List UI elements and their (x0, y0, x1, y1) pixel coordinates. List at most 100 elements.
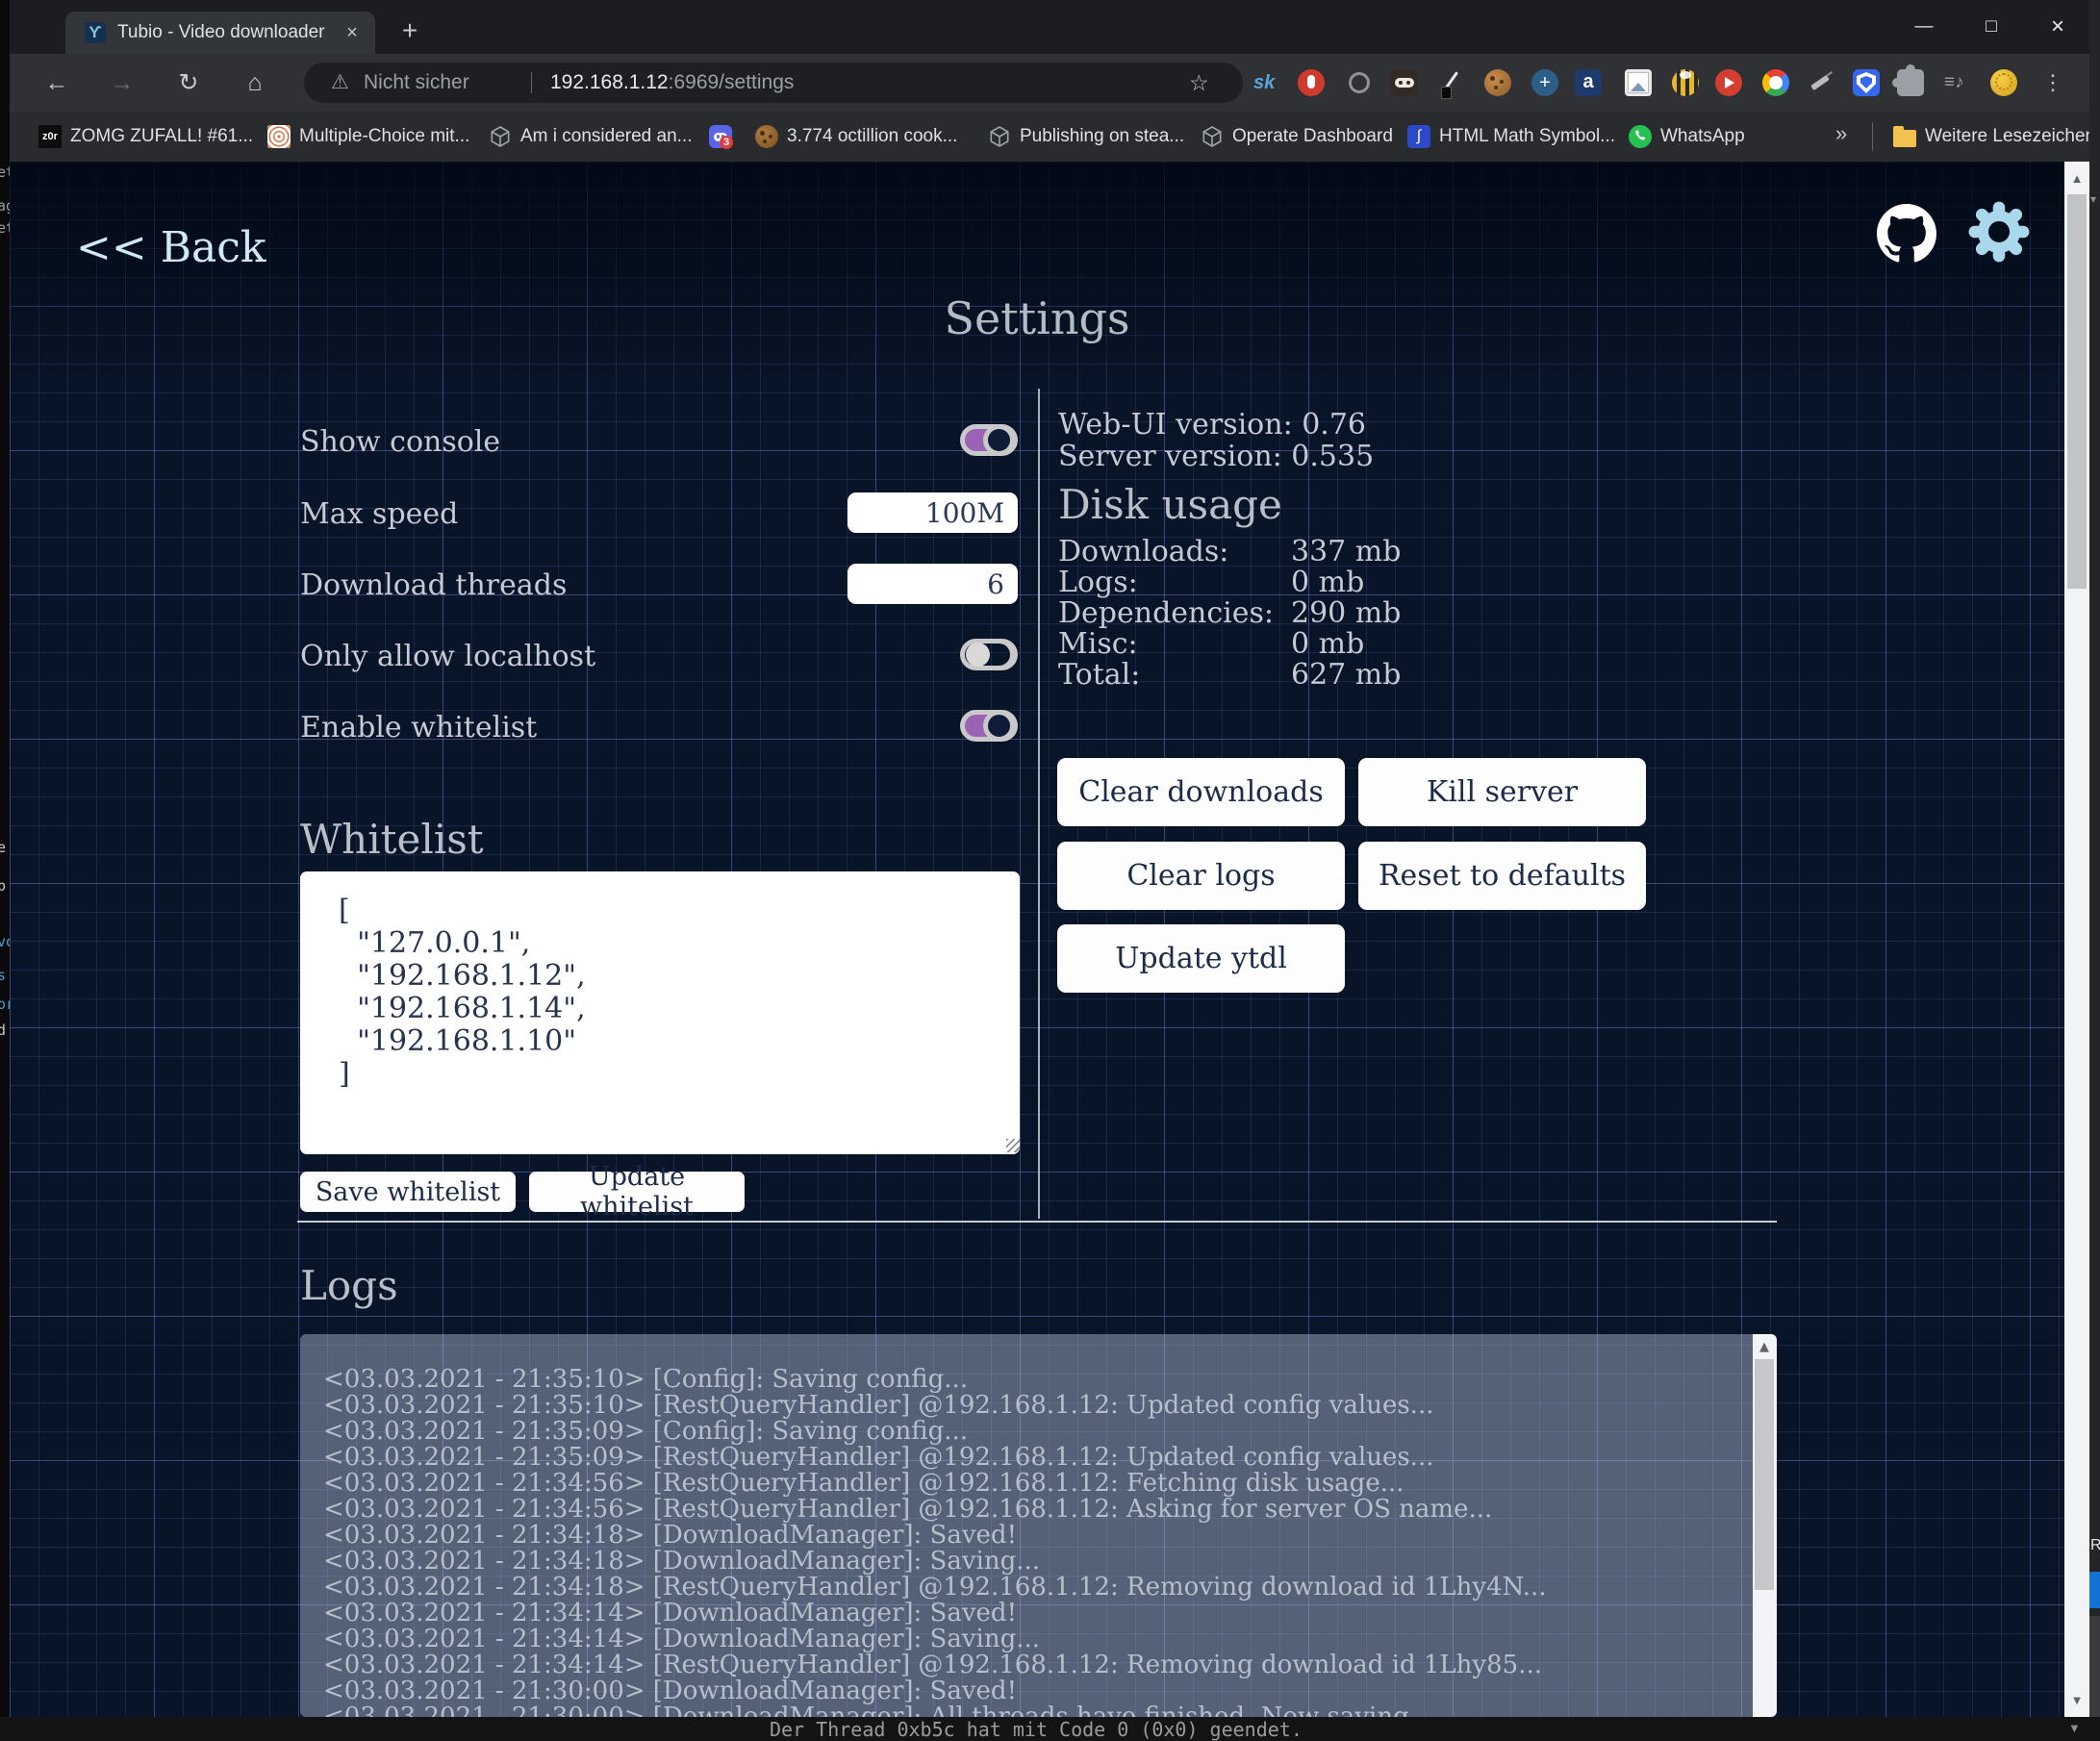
tab-title: Tubio - Video downloader (117, 22, 324, 43)
log-line: <03.03.2021 - 21:34:56> [RestQueryHandle… (323, 1495, 1492, 1524)
enable-whitelist-toggle[interactable] (960, 710, 1018, 742)
bookmark-octillion-cookies[interactable]: 3.774 octillion cook... (755, 123, 957, 150)
unity-cube-icon (988, 125, 1011, 148)
back-link[interactable]: << Back (76, 223, 266, 272)
code-fragment: p (0, 877, 6, 895)
music-list-icon[interactable]: ≡♪ (1944, 69, 1971, 96)
gear-icon[interactable] (1967, 200, 2031, 264)
tubio-favicon-icon: ϒ (85, 22, 106, 43)
disk-row-value: 0 mb (1291, 566, 1364, 599)
bookmark-whatsapp[interactable]: WhatsApp (1629, 123, 1745, 150)
cookie-extension-icon[interactable] (1484, 69, 1511, 96)
url-text[interactable]: 192.168.1.12:6969/settings (550, 71, 794, 94)
whitelist-textarea[interactable]: [ "127.0.0.1", "192.168.1.12", "192.168.… (300, 871, 1020, 1154)
scroll-up-icon[interactable]: ▲ (1753, 1340, 1776, 1354)
background-blue-patch (2089, 1572, 2100, 1608)
bookmark-am-i-considered[interactable]: Am i considered an... (489, 123, 692, 150)
puzzle-icon[interactable] (1897, 69, 1924, 96)
log-line: <03.03.2021 - 21:34:18> [DownloadManager… (323, 1547, 1040, 1576)
code-fragment: s (0, 967, 6, 984)
browser-menu-icon[interactable]: ⋮ (2039, 69, 2066, 96)
scroll-down-icon[interactable]: ▼ (2064, 1693, 2089, 1707)
security-label: Nicht sicher (364, 71, 469, 94)
log-line: <03.03.2021 - 21:34:18> [RestQueryHandle… (323, 1573, 1547, 1602)
not-secure-warning-icon[interactable]: ⚠ (331, 70, 349, 95)
clear-downloads-button[interactable]: Clear downloads (1057, 758, 1345, 826)
bookmark-multiple-choice[interactable]: Multiple-Choice mit... (267, 123, 469, 150)
photo-icon[interactable] (1625, 69, 1652, 96)
forward-icon[interactable]: → (105, 65, 139, 100)
coins-avatar-icon[interactable] (1990, 69, 2017, 96)
code-fragment: d (0, 1022, 6, 1039)
bookmark-zomg-zufall[interactable]: z0r ZOMG ZUFALL! #61... (38, 123, 253, 150)
folder-icon (1893, 130, 1916, 147)
url-suffix: :6969/settings (669, 71, 795, 93)
log-line: <03.03.2021 - 21:35:09> [Config]: Saving… (323, 1417, 968, 1446)
rings-icon (267, 125, 291, 148)
github-icon[interactable] (1877, 204, 1936, 264)
home-icon[interactable]: ⌂ (238, 65, 272, 100)
stop-hand-icon[interactable] (1298, 69, 1325, 96)
google-icon[interactable] (1762, 69, 1789, 96)
clear-logs-button[interactable]: Clear logs (1057, 842, 1345, 910)
download-threads-input[interactable] (848, 564, 1018, 604)
log-line: <03.03.2021 - 21:34:14> [DownloadManager… (323, 1599, 1017, 1627)
browser-tab[interactable]: ϒ Tubio - Video downloader × (65, 12, 375, 54)
ring-icon[interactable] (1349, 72, 1370, 93)
scroll-up-icon[interactable]: ▲ (2064, 171, 2089, 186)
show-console-toggle[interactable] (960, 424, 1018, 456)
syringe-icon[interactable] (1807, 69, 1834, 96)
vs-output-text: Der Thread 0xb5c hat mit Code 0 (0x0) ge… (770, 1718, 1303, 1741)
screen: ϒ Tubio - Video downloader × + — □ × ← →… (0, 0, 2100, 1741)
disk-row-label: Misc: (1058, 627, 1138, 661)
mask-icon[interactable] (1391, 69, 1418, 96)
bookmark-star-icon[interactable]: ☆ (1189, 70, 1209, 96)
other-bookmarks-folder[interactable]: Weitere Lesezeichen (1893, 123, 2095, 150)
bookmark-operate-dashboard[interactable]: Operate Dashboard (1201, 123, 1393, 150)
textarea-resize-grip[interactable] (1006, 1139, 1020, 1152)
unity-cube-icon (1201, 125, 1224, 148)
background-gray-patch (2089, 1616, 2100, 1717)
log-line: <03.03.2021 - 21:35:09> [RestQueryHandle… (323, 1443, 1433, 1472)
amazon-icon[interactable]: a (1575, 69, 1602, 96)
disk-usage-heading: Disk usage (1058, 481, 1282, 528)
page-scrollbar[interactable]: ▲ ▼ (2064, 162, 2089, 1717)
save-whitelist-button[interactable]: Save whitelist (300, 1172, 516, 1212)
disk-row-value: 627 mb (1291, 658, 1401, 692)
only-localhost-toggle[interactable] (960, 639, 1018, 670)
log-line: <03.03.2021 - 21:34:14> [DownloadManager… (323, 1625, 1040, 1653)
blue-plus-icon[interactable]: + (1531, 69, 1558, 96)
max-speed-input[interactable] (848, 492, 1018, 533)
red-play-pin-icon[interactable] (1715, 69, 1742, 96)
max-speed-label: Max speed (300, 497, 458, 531)
reset-to-defaults-button[interactable]: Reset to defaults (1358, 842, 1646, 910)
logs-scrollbar-thumb[interactable] (1755, 1359, 1774, 1590)
reload-icon[interactable]: ↻ (171, 65, 206, 100)
discord-icon: 3 (709, 125, 732, 148)
bookmark-publishing-steam[interactable]: Publishing on stea... (988, 123, 1184, 150)
page-scrollbar-thumb[interactable] (2067, 194, 2087, 589)
bookmarks-overflow-chevron[interactable]: » (1835, 121, 1847, 146)
update-ytdl-button[interactable]: Update ytdl (1057, 924, 1345, 993)
bookmark-discord[interactable]: 3 (709, 123, 732, 150)
code-fragment: e (0, 839, 6, 856)
pen-icon[interactable] (1438, 69, 1465, 96)
back-icon[interactable]: ← (39, 65, 74, 100)
toggle-knob (966, 643, 990, 667)
address-bar[interactable]: ⚠ Nicht sicher 192.168.1.12:6969/setting… (304, 63, 1243, 103)
kill-server-button[interactable]: Kill server (1358, 758, 1646, 826)
window-maximize-button[interactable]: □ (1977, 13, 2006, 40)
window-close-button[interactable]: × (2043, 13, 2072, 40)
sk-extension-icon[interactable]: sk (1253, 69, 1280, 96)
bee-icon[interactable] (1672, 69, 1699, 96)
shield-icon[interactable] (1853, 69, 1880, 96)
cookie-icon (755, 125, 778, 148)
new-tab-button[interactable]: + (392, 13, 427, 48)
update-whitelist-button[interactable]: Update whitelist (529, 1172, 745, 1212)
window-minimize-button[interactable]: — (1910, 13, 1938, 40)
logs-scrollbar[interactable]: ▲ (1753, 1334, 1777, 1717)
only-localhost-label: Only allow localhost (300, 640, 595, 673)
bookmarks-bar: z0r ZOMG ZUFALL! #61... Multiple-Choice … (10, 112, 2089, 162)
tab-close-icon[interactable]: × (339, 19, 366, 46)
bookmark-html-math[interactable]: ∫ HTML Math Symbol... (1407, 123, 1615, 150)
